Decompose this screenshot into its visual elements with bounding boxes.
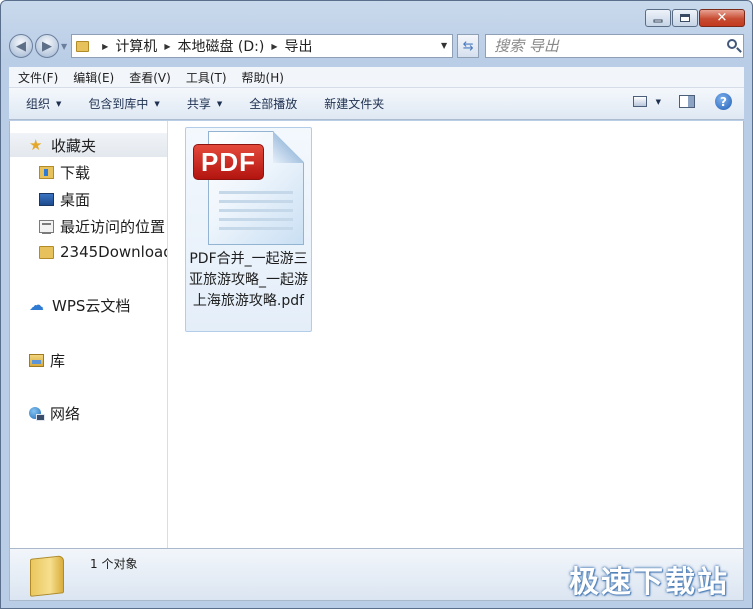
refresh-icon: ⇆ xyxy=(462,38,474,54)
search-icon[interactable] xyxy=(727,39,737,49)
pdf-file-icon: PDF xyxy=(193,131,306,245)
nav-favorites-label: 收藏夹 xyxy=(51,136,97,155)
nav-item-recent-places[interactable]: 最近访问的位置 xyxy=(39,216,165,237)
search-box xyxy=(485,34,744,58)
nav-library-label: 库 xyxy=(50,352,66,370)
nav-libraries[interactable]: 库 xyxy=(10,350,167,371)
chevron-right-icon[interactable]: ▶ xyxy=(164,42,170,51)
nav-item-label: 2345Downloads xyxy=(60,243,167,261)
close-button[interactable]: ✕ xyxy=(699,9,745,27)
include-in-library-label: 包含到库中 xyxy=(88,97,149,111)
search-input[interactable] xyxy=(494,37,695,55)
folder-icon xyxy=(76,40,90,52)
star-icon: ★ xyxy=(29,135,43,154)
nav-favorites[interactable]: ★ 收藏夹 xyxy=(10,133,167,157)
file-name: PDF合并_一起游三亚旅游攻略_一起游上海旅游攻略.pdf xyxy=(189,251,308,309)
nav-network[interactable]: 网络 xyxy=(10,403,167,424)
minimize-icon xyxy=(653,19,663,23)
nav-item-2345downloads[interactable]: 2345Downloads xyxy=(39,243,167,261)
content-area: ★ 收藏夹 下载 桌面 最近访问的位置 2345Downloads ☁ W xyxy=(9,121,744,549)
chevron-right-icon[interactable]: ▶ xyxy=(102,42,108,51)
menu-edit[interactable]: 编辑(E) xyxy=(73,69,114,86)
nav-item-label: 下载 xyxy=(60,164,91,182)
nav-item-desktop[interactable]: 桌面 xyxy=(39,189,90,210)
preview-pane-icon[interactable] xyxy=(679,95,695,108)
nav-item-label: 桌面 xyxy=(60,191,91,209)
menu-help[interactable]: 帮助(H) xyxy=(242,69,284,86)
watermark-logo: 极速下载站 xyxy=(569,565,729,600)
command-bar: 组织 ▼ 包含到库中 ▼ 共享 ▼ 全部播放 新建文件夹 ▼ ? xyxy=(9,88,744,120)
maximize-button[interactable] xyxy=(672,9,698,27)
nav-item-label: 最近访问的位置 xyxy=(60,218,166,236)
file-list[interactable]: PDF PDF合并_一起游三亚旅游攻略_一起游上海旅游攻略.pdf xyxy=(169,121,743,548)
library-icon xyxy=(29,354,44,367)
include-in-library-button[interactable]: 包含到库中 ▼ xyxy=(88,95,159,112)
navigation-pane[interactable]: ★ 收藏夹 下载 桌面 最近访问的位置 2345Downloads ☁ W xyxy=(10,121,168,548)
downloads-folder-icon xyxy=(39,166,54,179)
status-bar: 1 个对象 极速下载站 xyxy=(9,549,744,601)
play-all-button[interactable]: 全部播放 xyxy=(249,95,297,112)
address-bar[interactable]: ▶ 计算机 ▶ 本地磁盘 (D:) ▶ 导出 ▼ xyxy=(71,34,454,58)
nav-wps-label: WPS云文档 xyxy=(52,297,131,315)
chevron-right-icon[interactable]: ▶ xyxy=(271,42,277,51)
maximize-icon xyxy=(680,14,690,22)
breadcrumb-computer[interactable]: 计算机 xyxy=(115,36,157,56)
help-icon[interactable]: ? xyxy=(715,93,732,110)
nav-network-label: 网络 xyxy=(50,405,81,423)
address-row: ◀ ▶ ▼ ▶ 计算机 ▶ 本地磁盘 (D:) ▶ 导出 ▼ ⇆ xyxy=(9,32,744,60)
item-count: 1 个对象 xyxy=(90,557,138,571)
recent-pages-dropdown[interactable]: ▼ xyxy=(61,42,67,51)
share-label: 共享 xyxy=(186,97,211,111)
breadcrumb-export[interactable]: 导出 xyxy=(285,36,313,56)
nav-item-downloads[interactable]: 下载 xyxy=(39,162,90,183)
network-icon xyxy=(29,407,45,421)
organize-button[interactable]: 组织 ▼ xyxy=(26,95,61,112)
address-dropdown-icon[interactable]: ▼ xyxy=(441,41,447,50)
menu-bar: 文件(F) 编辑(E) 查看(V) 工具(T) 帮助(H) xyxy=(9,67,744,88)
toolbar-right: ▼ ? xyxy=(632,93,732,110)
pdf-badge: PDF xyxy=(193,144,264,180)
folder-icon xyxy=(30,555,64,597)
cloud-icon: ☁ xyxy=(29,296,44,314)
folder-icon xyxy=(39,245,54,259)
caption-buttons: ✕ xyxy=(644,9,745,27)
menu-view[interactable]: 查看(V) xyxy=(129,69,171,86)
share-button[interactable]: 共享 ▼ xyxy=(187,95,222,112)
back-button[interactable]: ◀ xyxy=(9,34,33,58)
forward-button[interactable]: ▶ xyxy=(35,34,59,58)
back-arrow-icon: ◀ xyxy=(16,38,26,54)
explorer-window: ✕ ◀ ▶ ▼ ▶ 计算机 ▶ 本地磁盘 (D:) ▶ 导出 ▼ ⇆ 文件(F)… xyxy=(0,0,753,609)
recent-places-icon xyxy=(39,220,54,234)
organize-label: 组织 xyxy=(26,97,51,111)
pdf-fold-shape xyxy=(273,131,304,163)
desktop-icon xyxy=(39,193,54,206)
breadcrumb-local-disk[interactable]: 本地磁盘 (D:) xyxy=(177,36,264,56)
close-icon: ✕ xyxy=(716,10,728,26)
change-view-icon[interactable] xyxy=(632,96,647,107)
chevron-down-icon: ▼ xyxy=(56,99,62,108)
refresh-button[interactable]: ⇆ xyxy=(457,34,480,58)
new-folder-button[interactable]: 新建文件夹 xyxy=(324,95,384,112)
file-item[interactable]: PDF PDF合并_一起游三亚旅游攻略_一起游上海旅游攻略.pdf xyxy=(185,127,312,332)
pdf-lines xyxy=(219,191,293,236)
chevron-down-icon: ▼ xyxy=(154,99,160,108)
chevron-down-icon: ▼ xyxy=(216,99,223,108)
menu-file[interactable]: 文件(F) xyxy=(18,69,58,86)
minimize-button[interactable] xyxy=(645,9,671,27)
view-options-dropdown-icon[interactable]: ▼ xyxy=(656,98,661,106)
forward-arrow-icon: ▶ xyxy=(42,38,52,54)
menu-tools[interactable]: 工具(T) xyxy=(186,69,227,86)
nav-wps-cloud[interactable]: ☁ WPS云文档 xyxy=(10,295,167,316)
